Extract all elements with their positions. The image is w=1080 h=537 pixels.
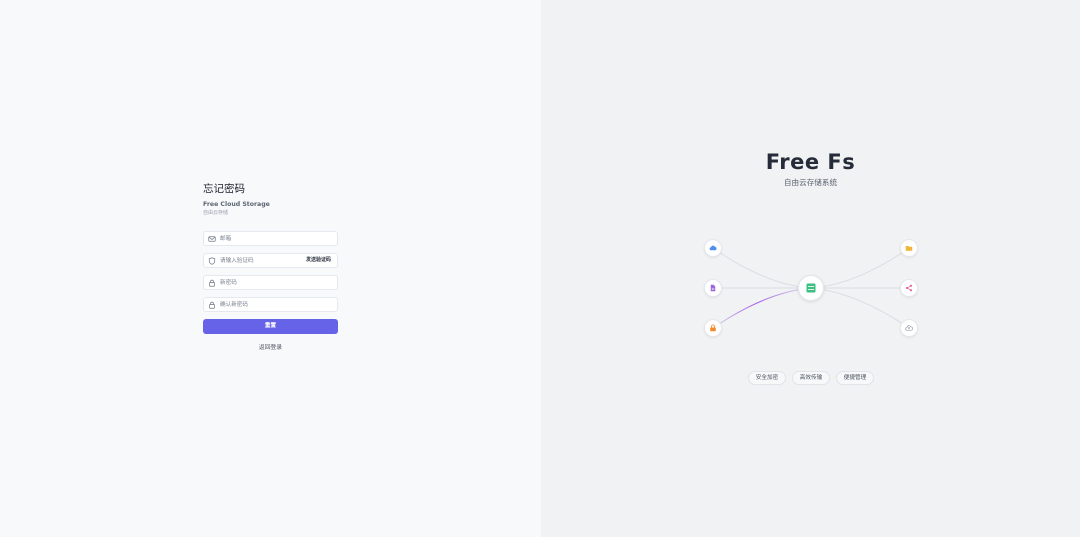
mail-icon bbox=[208, 235, 216, 243]
form-panel: 忘记密码 Free Cloud Storage 自由云存储 发送验证码 bbox=[0, 0, 541, 537]
lock-icon bbox=[208, 279, 216, 287]
lock-icon bbox=[704, 319, 722, 337]
app-subtitle: Free Cloud Storage bbox=[203, 201, 270, 208]
feature-tag: 便捷管理 bbox=[836, 371, 874, 385]
file-icon bbox=[704, 279, 722, 297]
brand-panel: Free Fs 自由云存储系统 安全加密 高效传输 便捷管理 bbox=[541, 0, 1080, 537]
link-line bbox=[810, 287, 910, 329]
shield-icon bbox=[208, 257, 216, 265]
email-field[interactable] bbox=[203, 231, 338, 246]
reset-button[interactable]: 重置 bbox=[203, 319, 338, 334]
new-password-field[interactable] bbox=[203, 275, 338, 290]
code-field[interactable]: 发送验证码 bbox=[203, 253, 338, 268]
new-password-input[interactable] bbox=[220, 276, 310, 289]
email-input[interactable] bbox=[220, 232, 310, 245]
confirm-password-field[interactable] bbox=[203, 297, 338, 312]
code-input[interactable] bbox=[220, 254, 310, 267]
back-to-login-link[interactable]: 返回登录 bbox=[203, 344, 338, 352]
feature-tag: 高效传输 bbox=[792, 371, 830, 385]
send-code-button[interactable]: 发送验证码 bbox=[306, 257, 331, 264]
page-title: 忘记密码 bbox=[203, 183, 245, 195]
lock-icon bbox=[208, 301, 216, 309]
reset-form: 忘记密码 Free Cloud Storage 自由云存储 发送验证码 bbox=[203, 183, 338, 351]
feature-tag: 安全加密 bbox=[748, 371, 786, 385]
confirm-password-input[interactable] bbox=[220, 298, 310, 311]
folder-icon bbox=[900, 239, 918, 257]
share-icon bbox=[900, 279, 918, 297]
link-line bbox=[810, 247, 910, 289]
link-line bbox=[712, 287, 812, 329]
link-line bbox=[712, 247, 812, 289]
server-icon bbox=[798, 275, 824, 301]
app-subtitle-cn: 自由云存储 bbox=[203, 210, 229, 216]
forgot-password-page: 忘记密码 Free Cloud Storage 自由云存储 发送验证码 bbox=[0, 0, 1080, 537]
network-lines bbox=[712, 247, 910, 329]
cloud-icon bbox=[704, 239, 722, 257]
upload-icon bbox=[900, 319, 918, 337]
